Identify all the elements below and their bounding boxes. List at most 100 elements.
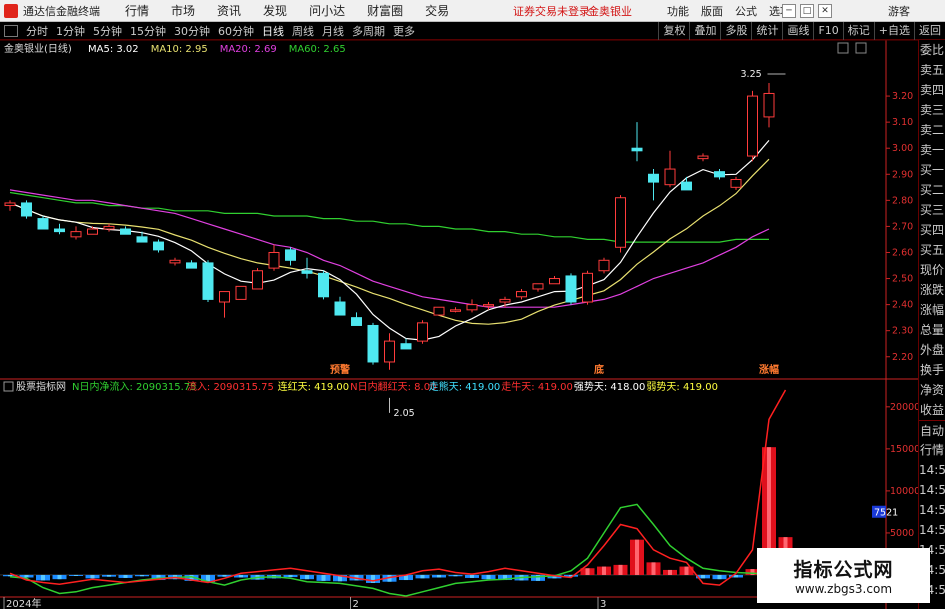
price-tick-label-8: 3.00 xyxy=(892,143,913,154)
price-tick-label-7: 2.90 xyxy=(892,169,913,180)
candle-body xyxy=(285,249,296,261)
menu-trade[interactable]: 交易 xyxy=(414,2,460,19)
close-icon[interactable]: ✕ xyxy=(818,3,832,18)
indicator-bar-highlight xyxy=(684,566,689,575)
candle-body xyxy=(549,278,560,285)
indicator-title: 股票指标网 xyxy=(16,380,66,393)
candle-body xyxy=(4,202,16,207)
indicator-value-7: 弱势天: 419.00 xyxy=(646,380,718,393)
panel-toggle-icon[interactable] xyxy=(4,24,18,37)
indicator-value-4: 走熊天: 419.00 xyxy=(429,380,501,393)
maximize-icon[interactable]: □ xyxy=(800,3,814,18)
indicator-bar-highlight xyxy=(668,569,672,575)
candle-body xyxy=(433,306,445,316)
ind-tick-label-0: 5000 xyxy=(890,528,914,539)
menu-ask[interactable]: 问小达 xyxy=(298,2,356,19)
period-tab-6[interactable]: 日线 xyxy=(258,24,288,38)
indicator-bar-highlight xyxy=(140,574,144,577)
period-tab-9[interactable]: 多周期 xyxy=(348,25,389,38)
menu-layout[interactable]: 版面 xyxy=(695,3,729,19)
period-tab-10[interactable]: 更多 xyxy=(389,25,419,38)
indicator-bar-highlight xyxy=(321,574,326,581)
indicator-bar-highlight xyxy=(618,564,623,575)
side-weibi[interactable]: 委比 xyxy=(919,40,945,60)
tool-button-5[interactable]: F10 xyxy=(813,22,842,40)
indicator-bar-highlight xyxy=(420,574,425,579)
side-item-2: 卖三 xyxy=(919,103,944,117)
login-notice[interactable]: 证券交易未登录 xyxy=(513,3,590,19)
indicator-bar-highlight xyxy=(651,562,656,575)
period-tab-2[interactable]: 5分钟 xyxy=(89,25,126,38)
ind-tick-label-3: 20000 xyxy=(890,402,918,413)
right-menu: 功能 版面 公式 选项 xyxy=(661,3,797,19)
main-panel-title: 金奥银业(日线) xyxy=(4,42,72,55)
period-tab-7[interactable]: 周线 xyxy=(288,25,318,38)
tool-button-3[interactable]: 统计 xyxy=(751,22,782,40)
tool-button-8[interactable]: 返回 xyxy=(914,22,945,40)
price-tick-label-9: 3.10 xyxy=(892,117,913,128)
candle-body xyxy=(169,259,181,264)
indicator-value-5: 走牛天: 419.00 xyxy=(501,380,573,393)
indicator-value-3: N日内翻红天: 8.00 xyxy=(350,380,436,393)
app-logo-icon xyxy=(4,3,18,18)
menu-wealth[interactable]: 财富圈 xyxy=(356,2,414,19)
candle-body xyxy=(54,228,65,233)
menu-market[interactable]: 市场 xyxy=(160,2,206,19)
indicator-value-0: N日内净流入: 2090315.75 xyxy=(72,380,196,393)
period-toolbar: 分时 1分钟 5分钟 15分钟 30分钟 60分钟 日线 周线 月线 多周期 更多 复权 叠加 多股 统计… xyxy=(0,22,945,40)
candle-body xyxy=(21,202,32,217)
candle-body xyxy=(582,272,593,303)
indicator-bar-highlight xyxy=(602,566,606,575)
watermark-title: 指标公式网 xyxy=(793,559,894,581)
side-item-14: 外盘 xyxy=(919,343,944,357)
candle-body xyxy=(714,171,725,178)
side-item-7: 买三 xyxy=(919,203,944,217)
menu-news[interactable]: 资讯 xyxy=(206,2,252,19)
candle-body xyxy=(136,236,148,243)
tool-button-1[interactable]: 叠加 xyxy=(689,22,720,40)
tool-button-4[interactable]: 画线 xyxy=(782,22,813,40)
tool-button-2[interactable]: 多股 xyxy=(720,22,751,40)
candle-body xyxy=(697,155,709,160)
candle-body xyxy=(681,181,692,191)
side-item-20: 14:50 xyxy=(919,463,945,477)
period-tab-4[interactable]: 30分钟 xyxy=(170,25,214,38)
period-tab-1[interactable]: 1分钟 xyxy=(52,25,89,38)
current-value-label: 7521 xyxy=(874,508,898,519)
side-item-4: 卖一 xyxy=(919,143,944,157)
indicator-bar-highlight xyxy=(371,574,375,583)
menu-quotes[interactable]: 行情 xyxy=(114,2,160,19)
tool-button-7[interactable]: +自选 xyxy=(873,22,914,40)
side-panel: 委比 卖五 卖四 卖三 卖二 卖一 买一 买二 买三 买四 买五 现价 涨跌 涨幅 总量 外盘 换手 净资 收益自… xyxy=(918,40,945,609)
period-tabs: 分时 1分钟 5分钟 15分钟 30分钟 60分钟 日线 周线 月线 多周期 更多 xyxy=(22,23,419,39)
side-item-15: 换手 xyxy=(919,363,944,377)
indicator-bar-highlight xyxy=(717,574,722,580)
side-item-3: 卖二 xyxy=(919,123,944,137)
candle-body xyxy=(235,285,247,300)
indicator-bar-highlight xyxy=(305,574,309,580)
candle-body xyxy=(747,95,758,157)
candle-body xyxy=(532,283,544,290)
menu-formula[interactable]: 公式 xyxy=(729,3,763,19)
price-tick-label-10: 3.20 xyxy=(892,91,913,102)
period-tab-0[interactable]: 分时 xyxy=(22,25,52,38)
period-tab-8[interactable]: 月线 xyxy=(318,25,348,38)
period-tab-3[interactable]: 15分钟 xyxy=(126,25,170,38)
period-tab-5[interactable]: 60分钟 xyxy=(214,25,258,38)
menu-discover[interactable]: 发现 xyxy=(252,2,298,19)
minimize-icon[interactable]: ─ xyxy=(782,3,796,18)
candle-body xyxy=(466,304,478,311)
signal-label-3: 底 xyxy=(594,363,604,376)
tool-button-0[interactable]: 复权 xyxy=(658,22,689,40)
guest-label[interactable]: 游客 xyxy=(888,3,910,19)
tool-button-6[interactable]: 标记 xyxy=(842,22,874,40)
menu-function[interactable]: 功能 xyxy=(661,3,695,19)
ma20-line xyxy=(9,189,770,308)
price-annotation-0: 3.25 xyxy=(741,69,762,80)
side-item-10: 现价 xyxy=(919,263,944,277)
kline-chart[interactable]: 金奥银业(日线) MA5: 3.02 MA10: 2.95 MA20: 2.69 MA6… xyxy=(0,39,920,609)
price-tick-label-6: 2.80 xyxy=(892,195,913,206)
candle-body xyxy=(483,304,494,307)
side-item-23: 14:50 xyxy=(919,523,945,537)
side-item-0: 卖五 xyxy=(919,63,944,77)
